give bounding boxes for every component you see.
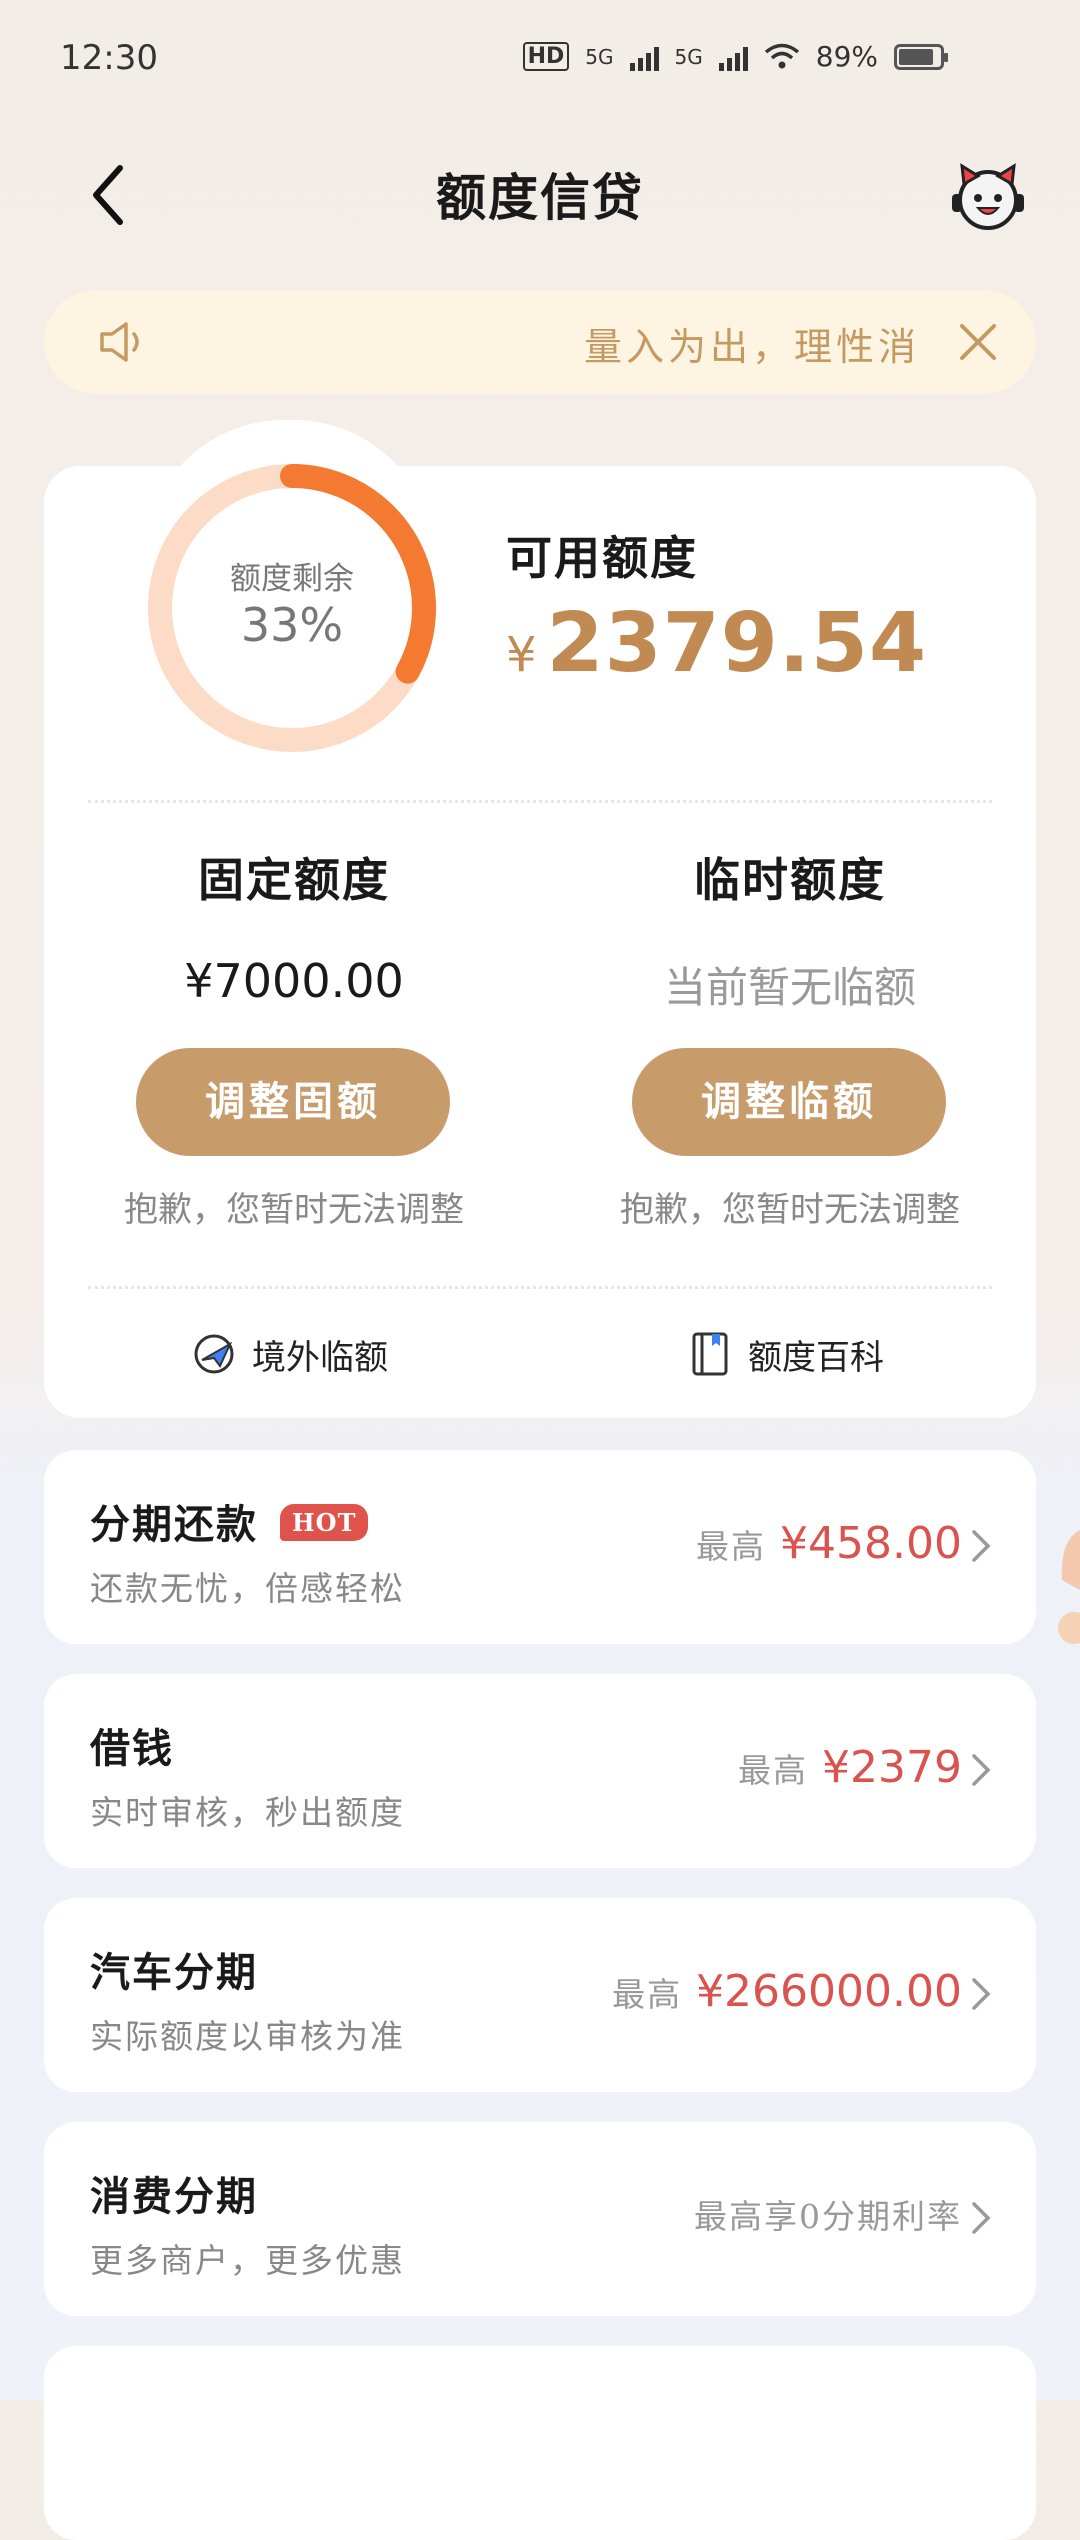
status-time: 12:30: [60, 38, 158, 78]
list-item-installment-repay[interactable]: 分期还款 HOT 还款无忧，倍感轻松 最高 ¥458.00: [44, 1450, 1036, 1644]
list-item-right: 最高 ¥458.00: [696, 1518, 962, 1569]
list-item-partial[interactable]: [44, 2346, 1036, 2540]
page-title: 额度信贷: [436, 168, 644, 227]
status-bar: 12:30 HD 5G 5G 89%: [0, 0, 1080, 120]
notice-text: 量入为出，理性消: [583, 325, 920, 369]
list-item-title: 借钱: [90, 1725, 174, 1772]
chevron-right-icon: [972, 1754, 991, 1786]
battery-icon: [894, 43, 948, 70]
limit-wiki-link[interactable]: 额度百科: [686, 1326, 884, 1382]
overseas-temp-limit-link[interactable]: 境外临额: [190, 1326, 388, 1382]
status-icons: HD 5G 5G 89%: [522, 40, 948, 73]
temp-limit-value: 当前暂无临额: [663, 963, 916, 1012]
fixed-limit-column: 固定额度 ¥7000.00: [84, 844, 504, 1008]
temp-limit-title: 临时额度: [694, 853, 886, 907]
battery-percent: 89%: [815, 40, 878, 73]
list-item-desc: 更多商户，更多优惠: [90, 2241, 405, 2280]
list-item-title: 分期还款 HOT: [90, 1492, 369, 1550]
available-amount-wrap: ¥2379.54: [506, 596, 927, 691]
signal-icon-2: [718, 43, 748, 71]
hot-badge: HOT: [280, 1503, 369, 1541]
plane-globe-icon: [194, 1334, 234, 1374]
divider: [88, 800, 992, 803]
overseas-temp-limit-label: 境外临额: [252, 1337, 388, 1378]
list-item-consumer-installment[interactable]: 消费分期 更多商户，更多优惠 最高享0分期利率: [44, 2122, 1036, 2316]
available-amount: 2379.54: [546, 596, 928, 691]
currency-symbol: ¥: [506, 627, 537, 683]
list-item-title-text: 分期还款: [90, 1501, 258, 1548]
ring-label: 额度剩余: [230, 561, 354, 597]
chevron-right-icon: [972, 1978, 991, 2010]
signal-5g-label-2: 5G: [674, 44, 703, 69]
available-label: 可用额度: [506, 531, 698, 585]
divider-2: [88, 1286, 992, 1289]
fixed-adjust-note: 抱歉，您暂时无法调整: [124, 1190, 464, 1230]
list-item-prefix: 最高: [696, 1527, 767, 1566]
credit-summary-card: 额度剩余 33% 可用额度 ¥2379.54 固定额度 ¥7000.00 临时额…: [44, 420, 1036, 1418]
chevron-right-icon: [972, 2202, 991, 2234]
adjust-temp-button[interactable]: 调整临额: [632, 1048, 946, 1156]
list-item-title: 汽车分期: [90, 1949, 258, 1996]
list-item-title: 消费分期: [90, 2173, 258, 2220]
list-item-desc: 还款无忧，倍感轻松: [90, 1569, 405, 1608]
notice-bar: 量入为出，理性消: [44, 290, 1036, 394]
book-icon: [692, 1332, 728, 1376]
close-icon[interactable]: [956, 320, 1000, 364]
floating-promo-icon[interactable]: [1050, 1510, 1080, 1670]
list-item-amount: ¥2379: [822, 1742, 962, 1793]
list-item-prefix: 最高: [612, 1975, 683, 2014]
list-item-prefix: 最高: [738, 1751, 809, 1790]
list-item-desc: 实时审核，秒出额度: [90, 1793, 405, 1832]
wifi-icon: [764, 43, 799, 68]
signal-icon: [629, 43, 659, 71]
fixed-limit-value: ¥7000.00: [184, 954, 404, 1008]
list-item-right: 最高 ¥2379: [738, 1742, 962, 1793]
list-item-right: 最高享0分期利率: [694, 2190, 962, 2238]
list-item-borrow[interactable]: 借钱 实时审核，秒出额度 最高 ¥2379: [44, 1674, 1036, 1868]
ring-percent: 33%: [240, 598, 344, 652]
signal-5g-label-1: 5G: [585, 44, 614, 69]
speaker-icon: [100, 322, 139, 362]
list-item-desc: 实际额度以审核为准: [90, 2017, 405, 2056]
customer-service-mascot-icon[interactable]: [948, 156, 1028, 236]
list-item-prefix: 最高享0分期利率: [694, 2197, 962, 2236]
adjust-fixed-button[interactable]: 调整固额: [136, 1048, 450, 1156]
list-item-amount: ¥266000.00: [696, 1966, 962, 2017]
list-item-car-installment[interactable]: 汽车分期 实际额度以审核为准 最高 ¥266000.00: [44, 1898, 1036, 2092]
list-item-amount: ¥458.00: [780, 1518, 962, 1569]
remaining-ring: 额度剩余 33%: [142, 458, 442, 758]
hd-icon: HD: [522, 42, 570, 71]
chevron-right-icon: [972, 1530, 991, 1562]
limit-wiki-label: 额度百科: [748, 1337, 884, 1378]
list-item-right: 最高 ¥266000.00: [612, 1966, 962, 2017]
temp-adjust-note: 抱歉，您暂时无法调整: [620, 1190, 960, 1230]
fixed-limit-title: 固定额度: [198, 853, 390, 907]
temp-limit-column: 临时额度 当前暂无临额: [580, 844, 1000, 1015]
